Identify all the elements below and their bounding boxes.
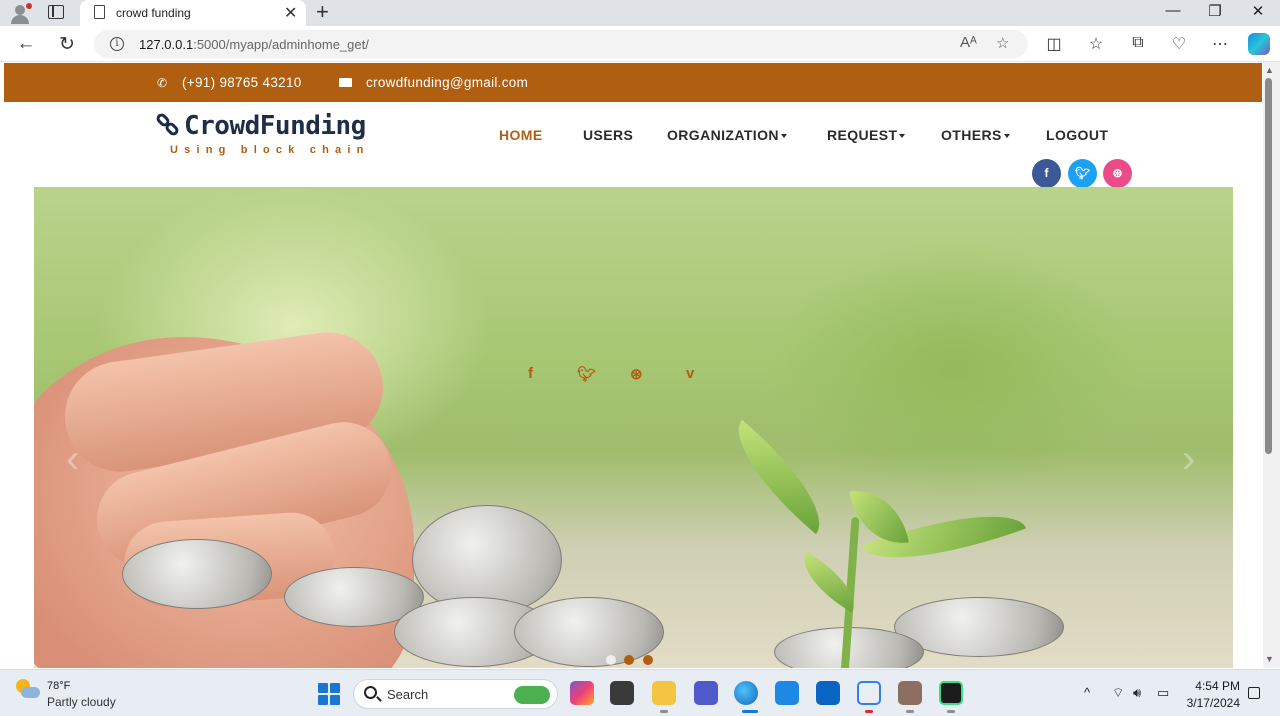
notification-icon[interactable] [1248, 687, 1260, 699]
facebook-icon[interactable]: f [528, 365, 533, 382]
scroll-thumb[interactable] [1265, 78, 1272, 454]
file-explorer-icon[interactable] [652, 681, 676, 705]
browser-tab[interactable]: crowd funding ✕ [80, 0, 306, 26]
search-label: Search [387, 687, 429, 702]
copilot-app-icon[interactable] [570, 681, 594, 705]
twitter-icon[interactable]: 🐦︎ [1068, 159, 1097, 188]
url-text[interactable]: 127.0.0.1:5000/myapp/adminhome_get/ [139, 37, 369, 52]
envelope-icon [339, 78, 352, 87]
dribbble-icon[interactable]: ⊛ [630, 365, 643, 383]
chevron-down-icon [780, 134, 787, 139]
back-icon[interactable]: ← [14, 33, 38, 55]
logo-subtitle: Using block chain [170, 144, 370, 156]
search-icon [364, 686, 377, 699]
tab-title: crowd funding [116, 6, 191, 20]
carousel-next-icon[interactable]: › [1182, 437, 1195, 482]
read-aloud-icon[interactable]: Aᴬ [960, 34, 977, 51]
favorites-icon[interactable]: ☆ [1085, 34, 1107, 54]
task-view-icon[interactable] [610, 681, 634, 705]
split-screen-icon[interactable]: ◫ [1043, 34, 1065, 54]
profile-icon[interactable] [8, 2, 32, 24]
taskbar-time[interactable]: 4:54 PM [1188, 679, 1240, 693]
dribbble-icon[interactable]: ⊛ [1103, 159, 1132, 188]
favorite-star-icon[interactable]: ☆ [996, 34, 1009, 52]
refresh-icon[interactable]: ↻ [55, 33, 79, 56]
restore-icon[interactable]: ❐ [1200, 2, 1230, 20]
taskbar-search[interactable]: Search [353, 679, 558, 709]
volume-icon[interactable]: 🔊︎ [1133, 685, 1141, 701]
start-button[interactable] [318, 683, 340, 705]
mail-icon[interactable] [816, 681, 840, 705]
hero-carousel: ‹ › f 🐦︎ ⊛ v [34, 187, 1233, 668]
carousel-prev-icon[interactable]: ‹ [66, 437, 79, 482]
nav-request[interactable]: REQUEST [827, 127, 906, 143]
contact-bar: ✆ (+91) 98765 43210 crowdfunding@gmail.c… [4, 63, 1262, 102]
chevron-down-icon [1003, 134, 1010, 139]
weather-icon[interactable] [16, 679, 40, 701]
close-tab-icon[interactable]: ✕ [284, 3, 297, 23]
nav-home[interactable]: HOME [499, 127, 543, 143]
chain-link-icon [154, 111, 182, 139]
browser-tab-bar: crowd funding ✕ + — ❐ ✕ [0, 0, 1280, 26]
tab-actions-icon[interactable] [48, 5, 64, 19]
site-info-icon[interactable]: i [110, 37, 124, 51]
windows-taskbar: 78°F Partly cloudy Search ^ ⌔ 🔊︎ ▭ 4:54 … [0, 669, 1280, 716]
collections-icon[interactable]: ⧉ [1127, 34, 1149, 52]
nav-logout[interactable]: LOGOUT [1046, 127, 1108, 143]
minimize-icon[interactable]: — [1158, 2, 1188, 19]
copilot-icon[interactable] [1248, 33, 1270, 55]
weather-temperature[interactable]: 78°F [47, 680, 70, 692]
window-close-icon[interactable]: ✕ [1243, 2, 1273, 20]
scroll-down-icon[interactable]: ▼ [1265, 654, 1274, 664]
azure-data-studio-icon[interactable] [857, 681, 881, 705]
carousel-dot-3[interactable] [643, 655, 653, 665]
phone-icon: ✆ [157, 76, 168, 90]
nav-organization[interactable]: ORGANIZATION [667, 127, 787, 143]
chevron-up-icon[interactable]: ^ [1084, 685, 1090, 700]
carousel-dot-1[interactable] [606, 655, 616, 665]
twitter-icon[interactable]: 🐦︎ [577, 365, 596, 383]
weather-description[interactable]: Partly cloudy [47, 695, 116, 709]
vimeo-icon[interactable]: v [686, 365, 694, 382]
edge-icon[interactable] [734, 681, 758, 705]
taskbar-date[interactable]: 3/17/2024 [1170, 696, 1240, 710]
pycharm-icon[interactable] [939, 681, 963, 705]
store-icon[interactable] [775, 681, 799, 705]
browser-essentials-icon[interactable]: ♡ [1168, 34, 1190, 54]
page-viewport: ✆ (+91) 98765 43210 crowdfunding@gmail.c… [0, 62, 1280, 668]
contact-phone: (+91) 98765 43210 [182, 75, 302, 90]
url-field[interactable]: i 127.0.0.1:5000/myapp/adminhome_get/ Aᴬ… [94, 30, 1028, 58]
nav-users[interactable]: USERS [583, 127, 633, 143]
logo-title[interactable]: CrowdFunding [184, 111, 366, 141]
chevron-down-icon [899, 134, 906, 139]
facebook-icon[interactable]: f [1032, 159, 1061, 188]
teams-icon[interactable] [694, 681, 718, 705]
page-icon [94, 5, 105, 19]
nav-others[interactable]: OTHERS [941, 127, 1010, 143]
address-bar-row: ← ↻ i 127.0.0.1:5000/myapp/adminhome_get… [0, 26, 1280, 62]
page-scrollbar[interactable]: ▲ ▼ [1263, 62, 1280, 668]
scroll-up-icon[interactable]: ▲ [1265, 65, 1274, 75]
bing-highlight-icon [514, 686, 550, 704]
contact-email[interactable]: crowdfunding@gmail.com [366, 75, 528, 90]
carousel-dot-2[interactable] [624, 655, 634, 665]
package-app-icon[interactable] [898, 681, 922, 705]
battery-icon[interactable]: ▭ [1157, 685, 1169, 701]
new-tab-icon[interactable]: + [316, 0, 329, 24]
wifi-icon[interactable]: ⌔ [1112, 685, 1124, 701]
more-menu-icon[interactable]: ⋯ [1209, 34, 1231, 54]
